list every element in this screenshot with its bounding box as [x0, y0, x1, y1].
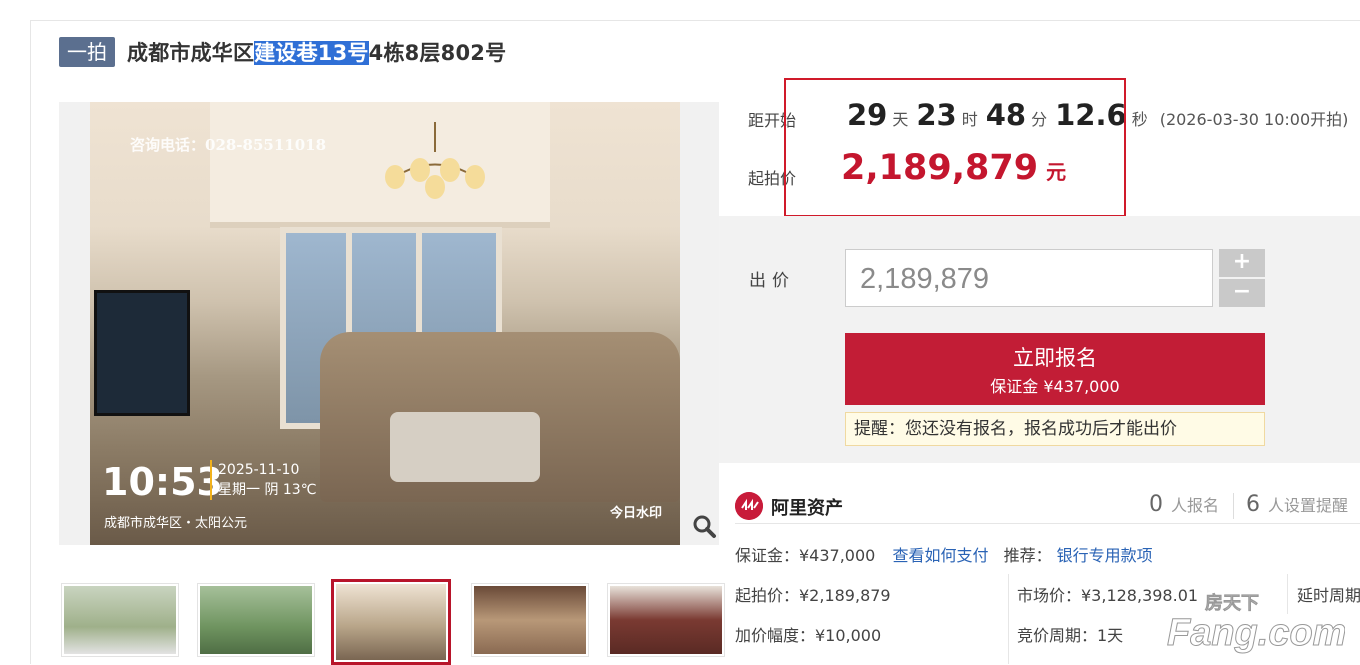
page-title: 成都市成华区建设巷13号4栋8层802号 — [127, 37, 506, 67]
recommend-label: 推荐： — [1003, 546, 1052, 565]
register-deposit-line: 保证金 ¥437,000 — [990, 377, 1120, 396]
watermark-brand: 今日水印 — [610, 506, 663, 521]
increase-bid-button[interactable]: + — [1219, 249, 1265, 277]
platform-name: 阿里资产 — [771, 498, 843, 519]
how-to-pay-link[interactable]: 查看如何支付 — [892, 546, 988, 565]
thumbnail-strip — [59, 578, 725, 665]
bid-label: 出价 — [749, 271, 795, 291]
deposit-row: 保证金：¥437,000 查看如何支付 推荐： 银行专用款项 — [735, 542, 1153, 566]
auction-panel: 距开始 29 天 23 时 48 分 12.6 秒 (2026-03-30 10:00开… — [719, 78, 1360, 664]
thumbnail-5[interactable] — [607, 583, 725, 657]
stat-divider — [1233, 493, 1234, 519]
fang-watermark-cn: 房天下 — [1205, 592, 1259, 614]
thumbnail-1[interactable] — [61, 583, 179, 657]
detail-bid-cycle: 竞价周期：1天 — [1017, 626, 1124, 645]
thumbnail-2[interactable] — [197, 583, 315, 657]
chandelier-graphic — [385, 122, 485, 199]
auction-round-badge: 一拍 — [59, 37, 115, 67]
platform-bar: 阿里资产 0 人报名 6 人设置提醒 — [719, 473, 1360, 533]
seconds-unit: 秒 — [1131, 110, 1148, 129]
fang-watermark-logo: 房天下 Fang.com — [1167, 592, 1346, 655]
title-post: 4栋8层802号 — [368, 41, 507, 65]
watermark-weather: 星期一 阴 13℃ — [218, 482, 317, 498]
auction-page: 一拍 成都市成华区建设巷13号4栋8层802号 咨询电话：028-8551101… — [30, 20, 1360, 665]
watermark-phone: 咨询电话：028-85511018 — [130, 136, 327, 154]
photo-table — [390, 412, 540, 482]
detail-column-divider-1 — [1008, 574, 1009, 664]
main-photo[interactable]: 咨询电话：028-85511018 10:53 2025-11-10 星期一 阴… — [59, 102, 719, 545]
title-pre: 成都市成华区 — [127, 41, 255, 65]
watermark-location: 成都市成华区・太阳公元 — [104, 516, 248, 531]
detail-increment: 加价幅度：¥10,000 — [735, 626, 882, 645]
bid-panel: 出价 2,189,879 + − 立即报名 保证金 ¥437,000 提醒：您还… — [719, 216, 1360, 463]
thumbnail-4[interactable] — [471, 583, 589, 657]
title-highlight: 建设巷13号 — [254, 41, 369, 65]
watermark-time: 10:53 — [102, 460, 223, 504]
signups-count: 0 — [1149, 492, 1163, 517]
registration-tip: 提醒：您还没有报名，报名成功后才能出价 — [845, 412, 1265, 446]
signups-stat: 0 人报名 — [1149, 492, 1219, 517]
annotation-highlight-box — [784, 78, 1126, 217]
details-divider — [735, 523, 1360, 524]
fang-watermark-en: Fang.com — [1167, 612, 1345, 654]
register-now-label: 立即报名 — [1013, 346, 1097, 370]
bid-amount-input[interactable]: 2,189,879 — [845, 249, 1213, 307]
thumbnail-3-selected[interactable] — [331, 579, 451, 665]
reminders-stat: 6 人设置提醒 — [1246, 492, 1348, 517]
photo-tv — [94, 290, 190, 416]
register-now-button[interactable]: 立即报名 保证金 ¥437,000 — [845, 333, 1265, 405]
watermark-date: 2025-11-10 星期一 阴 13℃ — [210, 460, 316, 500]
detail-start-price: 起拍价：¥2,189,879 — [735, 586, 891, 605]
ali-assets-logo-icon — [735, 492, 763, 520]
auction-start-time: (2026-03-30 10:00开拍) — [1159, 110, 1349, 129]
signups-label: 人报名 — [1171, 496, 1220, 515]
reminders-label: 人设置提醒 — [1268, 496, 1349, 515]
deposit-text: 保证金：¥437,000 — [735, 546, 876, 565]
countdown-section: 距开始 29 天 23 时 48 分 12.6 秒 (2026-03-30 10:00开… — [719, 78, 1360, 217]
decrease-bid-button[interactable]: − — [1219, 279, 1265, 307]
bank-account-link[interactable]: 银行专用款项 — [1057, 546, 1153, 565]
reminders-count: 6 — [1246, 492, 1260, 517]
title-row: 一拍 成都市成华区建设巷13号4栋8层802号 — [59, 37, 506, 67]
room-photo: 咨询电话：028-85511018 10:53 2025-11-10 星期一 阴… — [90, 102, 680, 545]
watermark-date-text: 2025-11-10 — [218, 462, 300, 478]
zoom-icon[interactable] — [691, 513, 717, 539]
